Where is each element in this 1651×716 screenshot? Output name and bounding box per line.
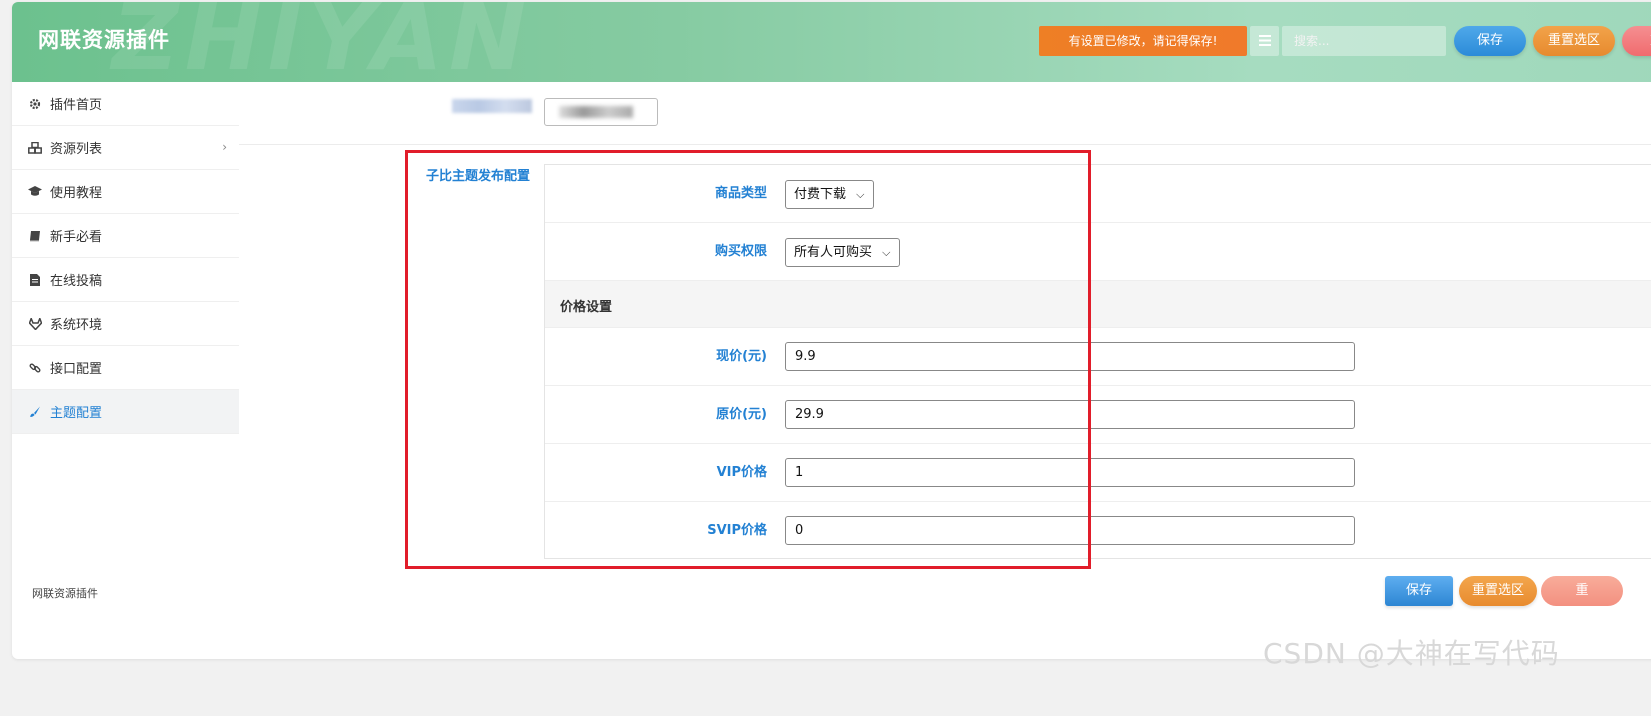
vip-price-row: VIP价格 (545, 444, 1651, 502)
vip-price-input[interactable] (785, 458, 1355, 487)
product-type-value: 付费下载 (794, 187, 847, 202)
sidebar-item-submit[interactable]: 在线投稿 (12, 258, 239, 302)
vip-price-label: VIP价格 (716, 465, 767, 480)
sidebar-item-system[interactable]: 系统环境 (12, 302, 239, 346)
header-reset-section-button[interactable]: 重置选区 (1533, 26, 1615, 56)
sidebar-item-label: 接口配置 (50, 362, 103, 377)
app-header: ZHIYAN 网联资源插件 有设置已修改，请记得保存! 保存 重置选区 重置 (12, 2, 1651, 82)
footer-reset-section-button[interactable]: 重置选区 (1459, 576, 1537, 606)
sidebar-item-label: 在线投稿 (50, 274, 103, 289)
purchase-permission-label: 购买权限 (714, 244, 767, 259)
header-reset-all-button[interactable]: 重置 (1622, 26, 1651, 56)
footer-save-button[interactable]: 保存 (1385, 576, 1453, 606)
svip-price-label: SVIP价格 (707, 523, 767, 538)
sidebar-item-tutorial[interactable]: 使用教程 (12, 170, 239, 214)
publish-config-fieldset: 商品类型 付费下载 ⌵ 购买权限 所有人可购买 ⌵ 价格设置 现价(元) 原价(… (544, 164, 1651, 559)
gitlab-icon (28, 317, 42, 331)
divider (239, 144, 1651, 145)
sidebar-item-api[interactable]: 接口配置 (12, 346, 239, 390)
product-type-select[interactable]: 付费下载 ⌵ (785, 180, 874, 209)
unsaved-changes-notice: 有设置已修改，请记得保存! (1039, 26, 1247, 56)
sidebar-item-beginners[interactable]: 新手必看 (12, 214, 239, 258)
svip-price-row: SVIP价格 (545, 502, 1651, 560)
graduation-cap-icon (28, 185, 42, 199)
footer-plugin-name: 网联资源插件 (32, 587, 98, 600)
original-price-label: 原价(元) (716, 407, 767, 422)
app-title: 网联资源插件 (38, 28, 170, 52)
product-type-label: 商品类型 (714, 186, 767, 201)
chevron-right-icon: › (222, 140, 227, 154)
current-price-input[interactable] (785, 342, 1355, 371)
sidebar-item-theme[interactable]: 主题配置 (12, 390, 239, 434)
current-price-label: 现价(元) (716, 349, 767, 364)
csdn-watermark: CSDN @大神在写代码 (1263, 637, 1560, 670)
book-icon (28, 229, 42, 243)
sidebar: 插件首页 资源列表 › 使用教程 新手必看 在线投稿 系统环境 接口配置 主题配… (12, 82, 239, 434)
sidebar-item-label: 使用教程 (50, 186, 103, 201)
current-price-row: 现价(元) (545, 328, 1651, 386)
purchase-permission-row: 购买权限 所有人可购买 ⌵ (545, 223, 1651, 281)
sidebar-item-label: 系统环境 (50, 318, 103, 333)
header-watermark: ZHIYAN (112, 2, 532, 82)
sidebar-item-label: 资源列表 (50, 142, 103, 157)
chevron-down-icon: ⌵ (856, 188, 865, 201)
original-price-row: 原价(元) (545, 386, 1651, 444)
section-title: 子比主题发布配置 (426, 169, 531, 184)
header-save-button[interactable]: 保存 (1454, 26, 1526, 56)
sidebar-item-label: 新手必看 (50, 230, 103, 245)
svip-price-input[interactable] (785, 516, 1355, 545)
sidebar-item-home[interactable]: 插件首页 (12, 82, 239, 126)
sidebar-item-label: 主题配置 (50, 406, 103, 421)
sidebar-item-resources[interactable]: 资源列表 › (12, 126, 239, 170)
purchase-permission-value: 所有人可购买 (794, 245, 873, 260)
product-type-row: 商品类型 付费下载 ⌵ (545, 165, 1651, 223)
search-input[interactable] (1282, 26, 1446, 56)
price-settings-heading: 价格设置 (560, 300, 613, 315)
brush-icon (28, 405, 42, 419)
expand-all-button[interactable] (1250, 26, 1279, 56)
gear-icon (28, 97, 42, 111)
link-icon (28, 361, 42, 375)
purchase-permission-select[interactable]: 所有人可购买 ⌵ (785, 238, 900, 267)
chevron-down-icon: ⌵ (882, 246, 891, 259)
footer-reset-all-button[interactable]: 重 (1541, 576, 1623, 606)
price-settings-heading-row: 价格设置 (545, 281, 1651, 328)
redacted-label (452, 99, 532, 113)
file-icon (28, 273, 42, 287)
list-icon (1258, 35, 1271, 46)
redacted-field[interactable] (544, 98, 658, 126)
original-price-input[interactable] (785, 400, 1355, 429)
settings-panel: ZHIYAN 网联资源插件 有设置已修改，请记得保存! 保存 重置选区 重置 插… (12, 2, 1651, 659)
sidebar-item-label: 插件首页 (50, 98, 103, 113)
cubes-icon (28, 141, 42, 155)
